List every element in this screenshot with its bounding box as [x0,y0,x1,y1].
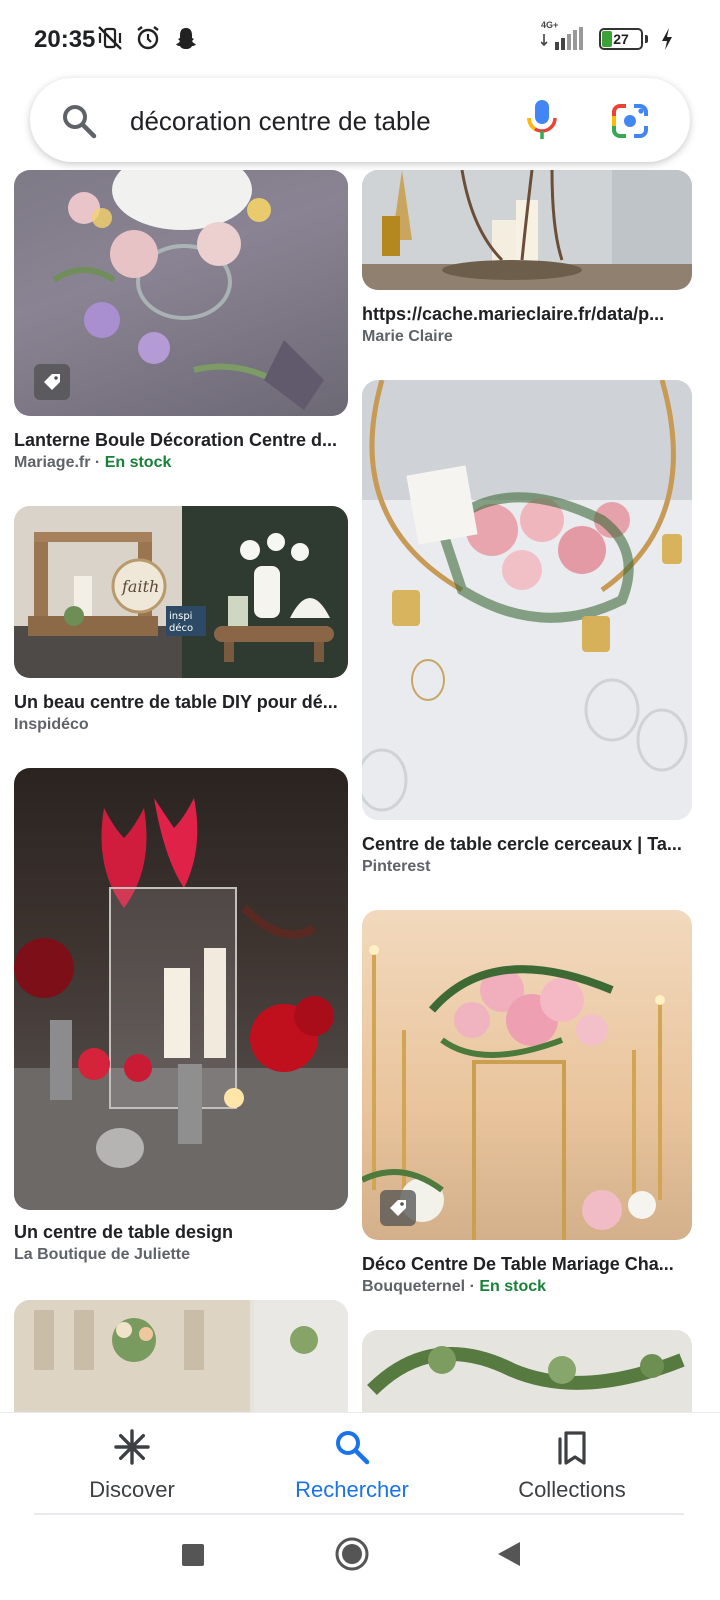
result-image-marieclaire[interactable] [362,170,692,290]
clock: 20:35 [34,26,96,53]
result-title[interactable]: Un beau centre de table DIY pour dé... [14,692,352,713]
status-bar: 20:35 4G+ 27 [0,0,720,78]
nav-collections[interactable]: Collections [482,1427,662,1503]
greenery-photo [362,1330,692,1412]
collections-icon [558,1431,586,1465]
inspideco-logo-line2: déco [169,622,193,634]
shopping-tag-icon [34,364,70,400]
back-button[interactable] [496,1540,522,1568]
hoop-centerpiece-photo [362,380,692,820]
result-image-diy[interactable]: faith inspi déco [14,506,348,678]
lens-icon[interactable] [610,102,650,140]
result-source: Bouqueternel · En stock [362,1278,547,1295]
result-title[interactable]: https://cache.marieclaire.fr/data/p... [362,304,692,325]
result-source: Marie Claire [362,328,453,345]
shopping-tag-icon [380,1190,416,1226]
search-bar[interactable]: décoration centre de table [30,78,690,162]
battery-tip [645,35,648,43]
nav-label: Collections [518,1477,626,1502]
result-title[interactable]: Un centre de table design [14,1222,352,1243]
result-image-table-setting[interactable] [14,1300,348,1412]
result-title[interactable]: Déco Centre De Table Mariage Cha... [362,1254,692,1275]
result-image-cercle[interactable] [362,380,692,820]
search-icon [336,1431,370,1465]
nav-label: Rechercher [295,1477,409,1502]
signal-icon: 4G+ [540,20,587,52]
network-type: 4G+ [541,20,559,30]
result-title[interactable]: Lanterne Boule Décoration Centre d... [14,430,352,451]
result-source: La Boutique de Juliette [14,1246,191,1263]
battery-percent: 27 [613,31,629,47]
charging-icon [662,28,672,50]
results-feed[interactable]: Lanterne Boule Décoration Centre d... Ma… [0,170,720,1412]
inspideco-logo-line1: inspi [169,611,192,622]
mic-icon[interactable] [522,98,562,142]
stock-status: En stock [104,454,172,471]
result-image-greenery[interactable] [362,1330,692,1412]
candles-branches-photo [362,170,692,290]
search-header: décoration centre de table [0,70,720,170]
diy-centerpiece-photo: faith inspi déco [14,506,348,678]
result-image-bouqueternel[interactable] [362,910,692,1240]
result-image-lantern[interactable] [14,170,348,416]
result-image-design[interactable] [14,768,348,1210]
nav-label: Discover [89,1477,175,1502]
red-flower-centerpiece-photo [14,798,348,1210]
vibrate-off-icon [98,26,122,50]
search-input[interactable]: décoration centre de table [130,106,431,137]
home-button[interactable] [334,1536,370,1572]
discover-icon [114,1429,150,1465]
nav-divider [34,1513,684,1515]
system-navigation [0,1522,720,1600]
result-title[interactable]: Centre de table cercle cerceaux | Ta... [362,834,692,855]
table-setting-photo [14,1300,348,1412]
search-icon[interactable] [60,102,98,140]
result-source: Pinterest [362,858,431,875]
nav-rechercher[interactable]: Rechercher [262,1427,442,1503]
snapchat-icon [176,28,196,49]
recents-button[interactable] [180,1542,206,1568]
battery-indicator: 27 [599,28,643,50]
result-source: Mariage.fr · En stock [14,454,172,471]
bottom-navigation: Discover Rechercher Collections [0,1412,720,1522]
stock-status: En stock [479,1278,547,1295]
nav-discover[interactable]: Discover [42,1427,222,1503]
alarm-icon [137,26,159,50]
faith-sign-text: faith [121,577,159,596]
result-source: Inspidéco [14,716,89,733]
